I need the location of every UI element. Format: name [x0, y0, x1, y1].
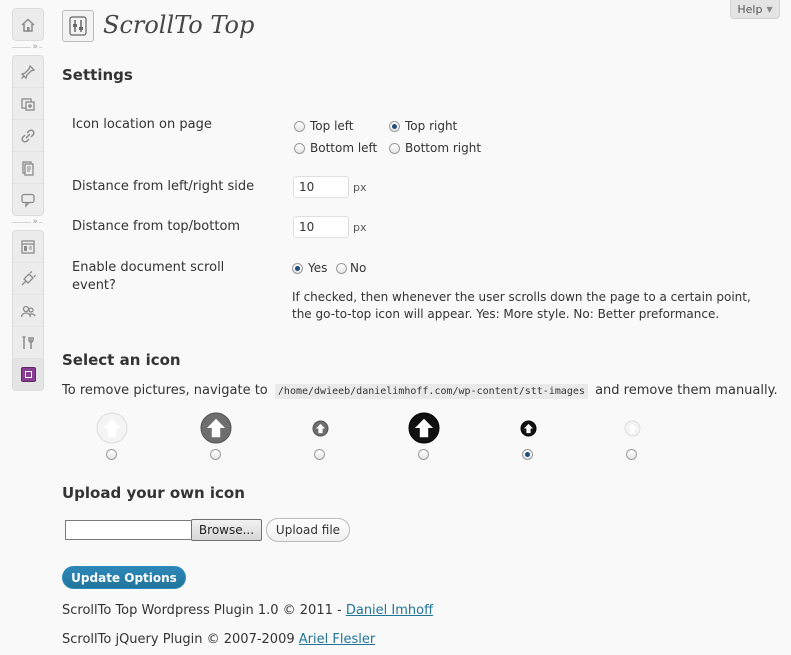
settings-heading: Settings: [62, 66, 133, 84]
sidebar-item-appearance[interactable]: [13, 231, 43, 263]
radio-label: Bottom right: [405, 141, 482, 155]
footer-jquery-text: ScrollTo jQuery Plugin © 2007-2009: [62, 632, 299, 647]
icon-radio-button[interactable]: [210, 449, 221, 460]
radio-label: Bottom left: [310, 141, 378, 155]
images-path: /home/dwieeb/danielimhoff.com/wp-content…: [274, 384, 588, 399]
radio-button[interactable]: [294, 142, 305, 154]
white-small-up-arrow-icon[interactable]: [612, 410, 652, 446]
upload-file-button[interactable]: Upload file: [266, 518, 350, 542]
tools-icon: [22, 335, 34, 349]
radio-bottom-left[interactable]: Bottom left: [294, 141, 377, 155]
posts-icon: [20, 64, 36, 79]
sidebar-item-posts[interactable]: [13, 56, 43, 88]
help-tab[interactable]: Help ▼: [730, 0, 780, 19]
radio-label: Yes: [308, 261, 328, 275]
radio-scroll-no[interactable]: No: [336, 261, 366, 275]
sidebar-separator[interactable]: »: [12, 216, 42, 230]
scroll-event-label-line1: Enable document scroll: [72, 260, 225, 275]
footer-jquery-credit: ScrollTo jQuery Plugin © 2007-2009 Ariel…: [62, 632, 375, 647]
remove-text-after: and remove them manually.: [595, 383, 778, 398]
plugin-settings-icon: [62, 10, 94, 42]
appearance-icon: [21, 239, 35, 254]
distance-side-input[interactable]: [293, 176, 349, 198]
footer-plugin-text: ScrollTo Top Wordpress Plugin 1.0 © 2011…: [62, 603, 346, 618]
collapse-arrow-icon: »: [31, 42, 39, 53]
distance-top-unit: px: [353, 221, 367, 234]
sidebar-item-settings[interactable]: [13, 359, 43, 390]
white-large-up-arrow-icon[interactable]: [92, 410, 132, 446]
scroll-event-label: Enable document scroll event?: [72, 259, 224, 295]
footer-plugin-credit: ScrollTo Top Wordpress Plugin 1.0 © 2011…: [62, 603, 433, 618]
radio-button[interactable]: [389, 142, 400, 154]
sidebar-group-dashboard: [12, 8, 44, 41]
plugins-icon: [21, 270, 36, 285]
remove-pictures-text: To remove pictures, navigate to /home/dw…: [62, 383, 778, 399]
sidebar-item-comments[interactable]: [13, 184, 43, 215]
sidebar-item-users[interactable]: [13, 295, 43, 327]
page-title: ScrollTo Top: [103, 11, 255, 39]
black-large-up-arrow-icon[interactable]: [404, 410, 444, 446]
gray-large-up-arrow-icon[interactable]: [196, 410, 236, 446]
description-line2: the go-to-top icon will appear. Yes: Mor…: [292, 307, 720, 321]
links-icon: [21, 128, 35, 143]
sidebar-item-dashboard[interactable]: [13, 9, 43, 40]
settings-icon: [20, 367, 36, 382]
users-icon: [20, 305, 36, 317]
icon-radio-button[interactable]: [522, 449, 533, 460]
gray-small-up-arrow-icon[interactable]: [300, 410, 340, 446]
update-options-button[interactable]: Update Options: [62, 566, 186, 589]
icon-location-label: Icon location on page: [72, 117, 212, 132]
description-line1: If checked, then whenever the user scrol…: [292, 290, 751, 304]
chevron-down-icon: ▼: [766, 4, 773, 14]
collapse-arrow-icon: »: [31, 217, 39, 228]
sidebar-item-media[interactable]: [13, 88, 43, 120]
distance-top-label: Distance from top/bottom: [72, 219, 241, 234]
upload-heading: Upload your own icon: [62, 484, 245, 502]
sidebar-group-content: [12, 55, 44, 216]
distance-side-unit: px: [353, 181, 367, 194]
icon-radio-button[interactable]: [106, 449, 117, 460]
file-path-field[interactable]: [65, 520, 191, 540]
browse-button[interactable]: Browse...: [191, 519, 262, 541]
radio-button[interactable]: [292, 262, 303, 274]
scroll-event-description: If checked, then whenever the user scrol…: [292, 289, 772, 323]
select-icon-heading: Select an icon: [62, 351, 181, 369]
pages-icon: [22, 160, 34, 176]
black-small-up-arrow-icon[interactable]: [508, 410, 548, 446]
radio-button[interactable]: [389, 120, 400, 132]
sidebar-separator[interactable]: »: [12, 41, 42, 55]
radio-button[interactable]: [336, 262, 347, 274]
author-link[interactable]: Daniel Imhoff: [346, 603, 433, 618]
icon-radio-button[interactable]: [418, 449, 429, 460]
radio-button[interactable]: [294, 120, 305, 132]
radio-bottom-right[interactable]: Bottom right: [389, 141, 481, 155]
radio-top-right[interactable]: Top right: [389, 119, 457, 133]
sidebar-item-plugins[interactable]: [13, 263, 43, 295]
sidebar-item-pages[interactable]: [13, 152, 43, 184]
dashboard-icon: [21, 17, 35, 32]
comments-icon: [21, 193, 35, 208]
radio-label: Top left: [310, 119, 354, 133]
icon-radio-button[interactable]: [314, 449, 325, 460]
scroll-event-label-line2: event?: [72, 278, 116, 293]
sidebar-group-admin: [12, 230, 44, 391]
sidebar-item-tools[interactable]: [13, 327, 43, 359]
jquery-author-link[interactable]: Ariel Flesler: [299, 632, 375, 647]
help-label: Help: [737, 2, 763, 16]
radio-top-left[interactable]: Top left: [294, 119, 354, 133]
remove-text-before: To remove pictures, navigate to: [62, 383, 268, 398]
distance-top-input[interactable]: [293, 216, 349, 238]
media-icon: [21, 97, 35, 111]
radio-label: Top right: [405, 119, 458, 133]
sidebar-item-links[interactable]: [13, 120, 43, 152]
icon-radio-button[interactable]: [626, 449, 637, 460]
admin-sidebar: » »: [12, 8, 44, 391]
radio-label: No: [350, 261, 367, 275]
radio-scroll-yes[interactable]: Yes: [292, 261, 327, 275]
distance-side-label: Distance from left/right side: [72, 179, 255, 194]
